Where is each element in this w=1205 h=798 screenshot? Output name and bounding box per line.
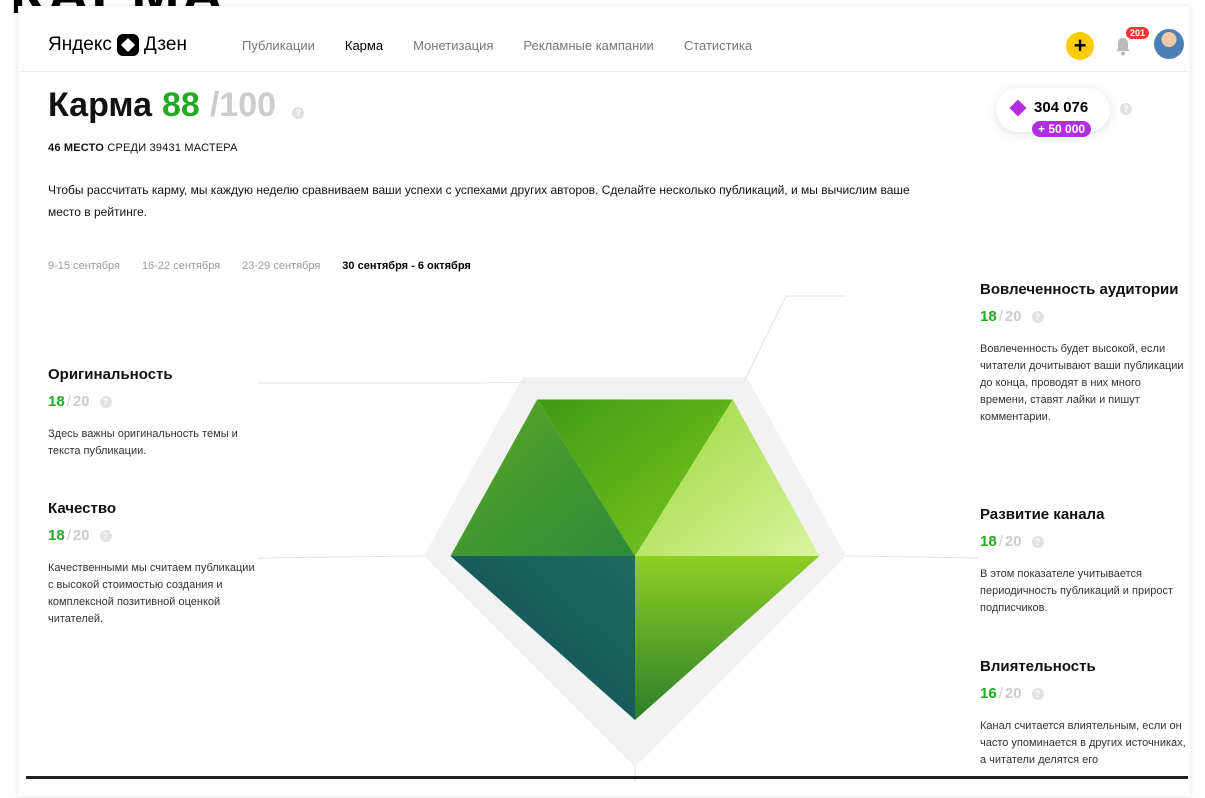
metric-name: Вовлеченность аудитории [980, 281, 1179, 298]
metric-separator: / [998, 533, 1003, 550]
metric-max: 20 [1004, 308, 1022, 325]
metric-description: Вовлеченность будет высокой, если читате… [980, 343, 1184, 423]
metric-separator: / [66, 393, 71, 410]
yandex-zen-logo[interactable]: Яндекс Дзен [48, 34, 187, 56]
balance-amount: 304 076 [1034, 99, 1089, 116]
karma-help-icon[interactable]: ? [292, 107, 305, 119]
metric-help-icon[interactable]: ? [99, 395, 112, 408]
metric-separator: / [998, 685, 1003, 702]
nav-monetization[interactable]: Монетизация [413, 38, 493, 53]
metric-value-row: 18/20 ? [48, 393, 258, 410]
rank-rest: СРЕДИ 39431 МАСТЕРА [107, 142, 238, 154]
user-avatar[interactable] [1154, 29, 1184, 59]
notifications-badge: 201 [1126, 27, 1150, 39]
nav-publications[interactable]: Публикации [242, 38, 315, 53]
karma-score: 88 [162, 86, 200, 124]
week-tab[interactable]: 16-22 сентября [142, 260, 220, 272]
metric-development: Развитие канала 18/20 ? В этом показател… [980, 506, 1190, 617]
metric-separator: / [998, 308, 1003, 325]
radar-leader-line [743, 295, 846, 383]
metric-max: 20 [72, 527, 90, 544]
metric-engagement: Вовлеченность аудитории 18/20 ? Вовлечен… [980, 281, 1190, 426]
metric-help-icon[interactable]: ? [1031, 687, 1044, 700]
karma-title: Карма [48, 86, 153, 124]
radar-leader-line [846, 555, 978, 559]
metric-name: Развитие канала [980, 506, 1105, 523]
metric-separator: / [66, 527, 71, 544]
bottom-divider [26, 776, 1188, 779]
metric-value-row: 18/20 ? [980, 308, 1190, 325]
logo-text-left: Яндекс [48, 34, 112, 55]
week-tab-active[interactable]: 30 сентября - 6 октября [342, 260, 471, 272]
rank-line: 46 МЕСТО СРЕДИ 39431 МАСТЕРА [48, 142, 238, 154]
balance-bonus: + 50 000 [1032, 121, 1092, 137]
metric-help-icon[interactable]: ? [1031, 310, 1044, 323]
metric-value: 18 [48, 527, 65, 544]
header: Яндекс Дзен Публикации Карма Монетизация… [18, 6, 1190, 72]
metric-description: Здесь важны оригинальность темы и текста… [48, 428, 238, 457]
metric-value: 18 [980, 308, 997, 325]
metric-influence: Влиятельность 16/20 ? Канал считается вл… [980, 658, 1190, 769]
nav-statistics[interactable]: Статистика [684, 38, 752, 53]
main-nav: Публикации Карма Монетизация Рекламные к… [242, 38, 752, 53]
metric-originality: Оригинальность 18/20 ? Здесь важны ориги… [48, 366, 258, 460]
karma-max: /100 [209, 86, 277, 124]
metric-value: 16 [980, 685, 997, 702]
dashboard-frame: Яндекс Дзен Публикации Карма Монетизация… [18, 6, 1190, 796]
metric-name: Качество [48, 500, 117, 517]
add-publication-button[interactable]: + [1066, 32, 1094, 60]
metric-value-row: 18/20 ? [980, 533, 1190, 550]
metric-name: Влиятельность [980, 658, 1096, 675]
week-tab[interactable]: 23-29 сентября [242, 260, 320, 272]
metric-description: Канал считается влиятельным, если он час… [980, 720, 1186, 766]
metric-max: 20 [1004, 685, 1022, 702]
karma-radar-chart [258, 295, 978, 782]
karma-heading: Карма 88 /100 ? [48, 86, 305, 125]
rank-place: 46 МЕСТО [48, 142, 105, 154]
logo-text-right: Дзен [143, 34, 187, 55]
radar-leader-line [258, 381, 527, 384]
radar-leader-line [258, 555, 424, 559]
metric-name: Оригинальность [48, 366, 173, 383]
metric-max: 20 [1004, 533, 1022, 550]
metric-value-row: 16/20 ? [980, 685, 1190, 702]
metric-help-icon[interactable]: ? [99, 529, 112, 542]
metric-value: 18 [980, 533, 997, 550]
week-tab[interactable]: 9-15 сентября [48, 260, 120, 272]
metric-quality: Качество 18/20 ? Качественными мы считае… [48, 500, 258, 628]
metric-description: В этом показателе учитывается периодично… [980, 568, 1173, 614]
nav-ad-campaigns[interactable]: Рекламные кампании [523, 38, 653, 53]
nav-karma[interactable]: Карма [345, 38, 383, 53]
metric-value: 18 [48, 393, 65, 410]
metric-description: Качественными мы считаем публикации с вы… [48, 562, 255, 625]
zen-logo-icon [116, 34, 139, 56]
karma-description: Чтобы рассчитать карму, мы каждую неделю… [48, 183, 910, 219]
week-selector: 9-15 сентября 16-22 сентября 23-29 сентя… [48, 260, 471, 272]
balance-help-icon[interactable]: ? [1120, 103, 1132, 115]
metric-value-row: 18/20 ? [48, 527, 258, 544]
metric-max: 20 [72, 393, 90, 410]
metric-help-icon[interactable]: ? [1031, 535, 1044, 548]
diamond-icon [1009, 99, 1027, 117]
bell-icon[interactable] [1114, 36, 1132, 56]
